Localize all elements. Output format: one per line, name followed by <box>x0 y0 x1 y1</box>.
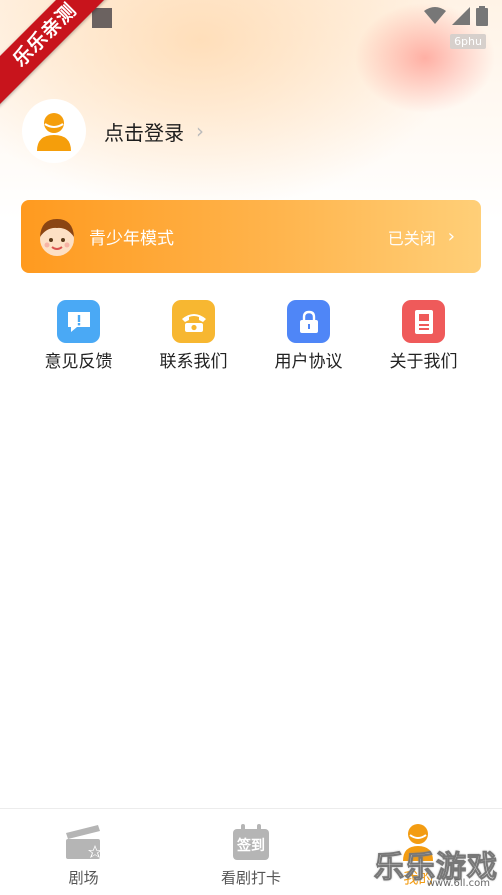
youth-mode-bar[interactable]: 青少年模式 已关闭 › <box>21 200 481 273</box>
avatar[interactable] <box>22 99 86 163</box>
youth-mode-title: 青少年模式 <box>89 229 174 249</box>
login-label[interactable]: 点击登录 <box>104 117 184 146</box>
wifi-icon <box>424 7 446 24</box>
checkin-badge-text: 签到 <box>236 838 265 854</box>
quick-action-agreement[interactable]: 用户协议 <box>251 300 366 372</box>
about-icon <box>402 300 445 343</box>
child-face-icon <box>40 218 74 256</box>
chevron-right-icon: › <box>196 119 204 143</box>
youth-mode-status: 已关闭 <box>387 228 436 248</box>
lock-icon <box>287 300 330 343</box>
quick-action-contact[interactable]: 联系我们 <box>136 300 251 372</box>
status-bar-icons <box>424 6 488 26</box>
login-row[interactable]: 点击登录 › <box>22 99 204 163</box>
tab-label: 剧场 <box>68 869 99 887</box>
quick-action-label: 用户协议 <box>274 352 343 372</box>
default-avatar-icon <box>37 113 71 151</box>
status-tag: 6phu <box>450 34 486 49</box>
checkin-calendar-icon: 签到 <box>232 823 270 861</box>
watermark-url: www.6ll.com <box>426 878 490 889</box>
status-notification-icon <box>92 8 112 28</box>
quick-action-label: 关于我们 <box>389 352 458 372</box>
chevron-right-icon: › <box>447 226 455 247</box>
quick-action-label: 意见反馈 <box>44 352 113 372</box>
feedback-icon <box>57 300 100 343</box>
quick-actions: 意见反馈 联系我们 用户协议 关于我们 <box>0 300 502 372</box>
tab-theater[interactable]: 剧场 <box>0 809 167 895</box>
clapperboard-icon <box>65 825 102 859</box>
quick-action-label: 联系我们 <box>159 352 228 372</box>
tab-label: 看剧打卡 <box>220 869 281 887</box>
battery-icon <box>476 6 488 26</box>
signal-icon <box>452 7 470 25</box>
quick-action-about[interactable]: 关于我们 <box>366 300 481 372</box>
tab-checkin[interactable]: 签到 看剧打卡 <box>167 809 334 895</box>
quick-action-feedback[interactable]: 意见反馈 <box>21 300 136 372</box>
phone-icon <box>172 300 215 343</box>
